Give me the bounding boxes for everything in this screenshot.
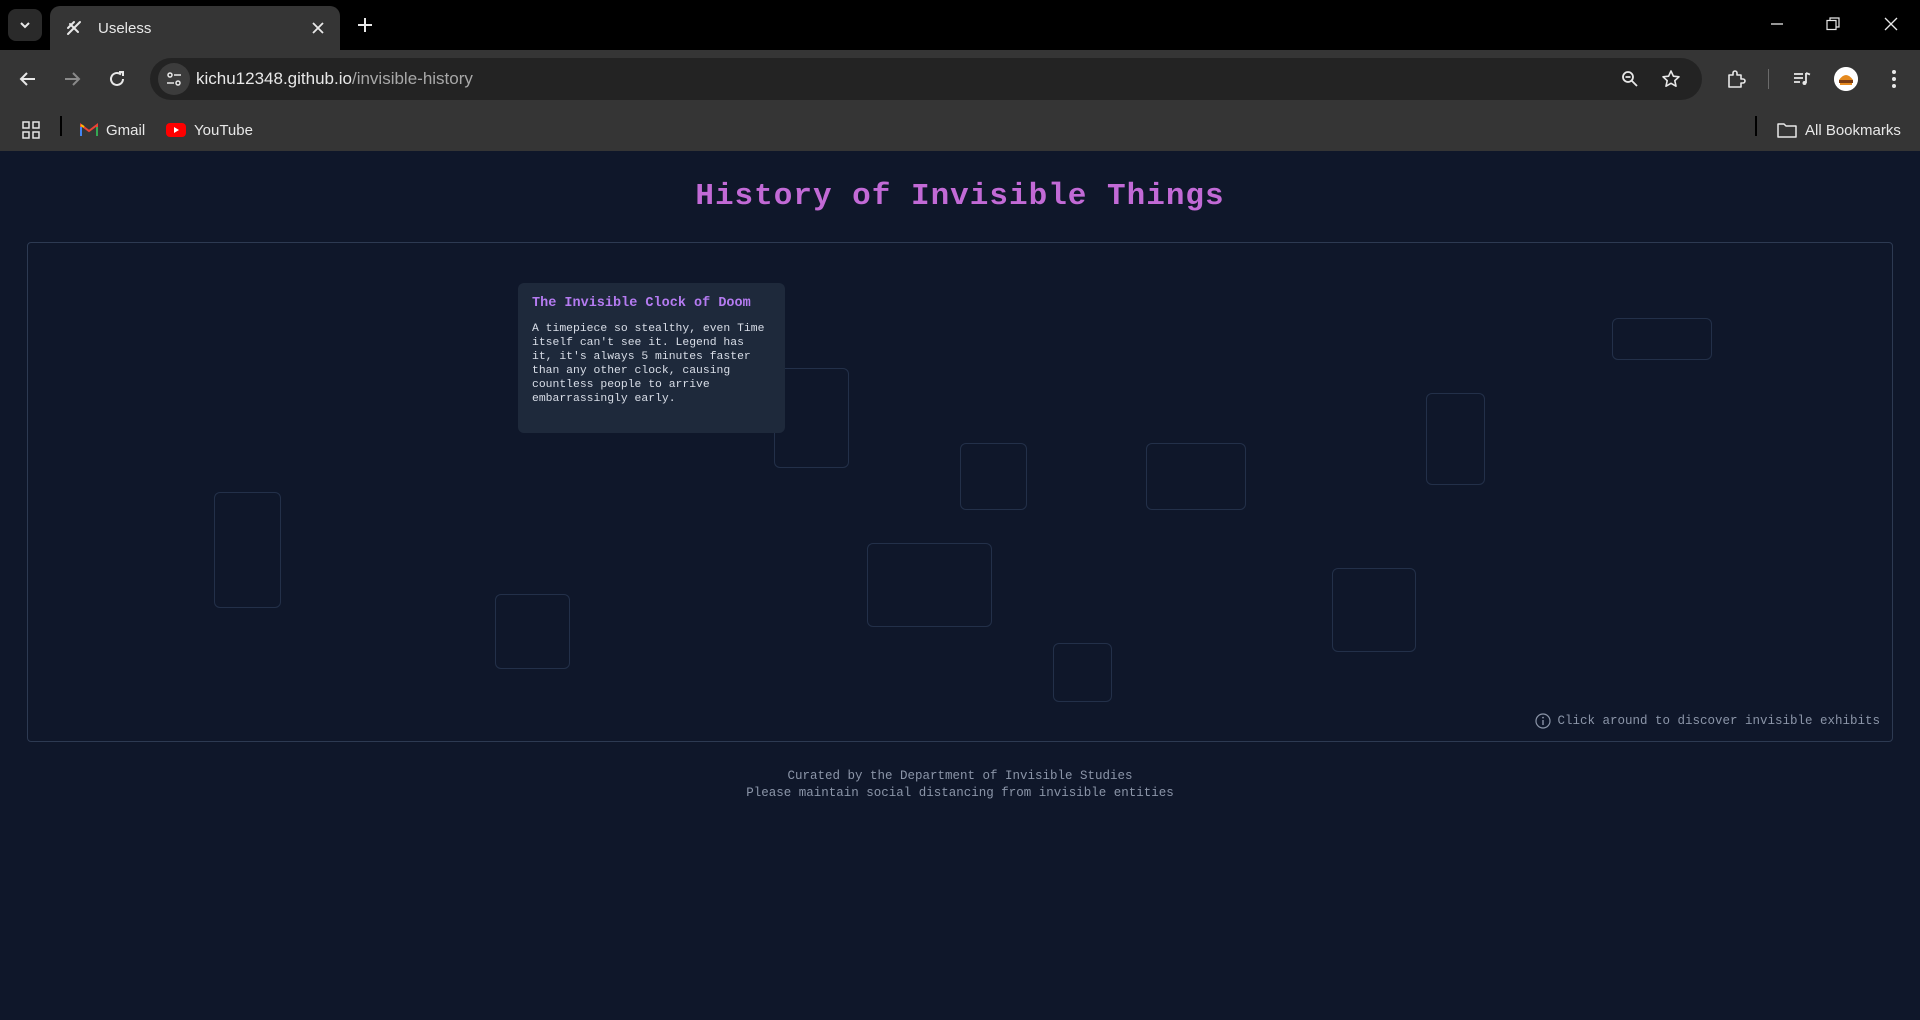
active-tab[interactable]: Useless: [50, 6, 340, 50]
url-path: /invisible-history: [351, 69, 473, 88]
all-bookmarks-button[interactable]: All Bookmarks: [1777, 118, 1901, 142]
bookmarks-divider: [1755, 116, 1757, 136]
page-title: History of Invisible Things: [695, 179, 1225, 214]
exhibit-description: A timepiece so stealthy, even Time itsel…: [532, 323, 765, 405]
invisible-exhibit[interactable]: [867, 543, 992, 627]
bookmark-youtube[interactable]: YouTube: [166, 118, 253, 142]
reload-icon: [110, 71, 124, 86]
tab-search-button[interactable]: [8, 9, 42, 41]
footer-line: Curated by the Department of Invisible S…: [787, 769, 1133, 783]
kebab-menu-icon: [1892, 70, 1896, 88]
exhibit-title: The Invisible Clock of Doom: [532, 296, 751, 311]
toolbar-divider: [1768, 69, 1769, 89]
invisible-exhibit[interactable]: [1612, 318, 1712, 360]
bookmark-star-icon[interactable]: [1657, 65, 1685, 93]
address-bar[interactable]: kichu12348.github.io/invisible-history: [150, 58, 1702, 100]
tab-favicon-icon: [64, 18, 84, 38]
invisible-exhibit[interactable]: [495, 594, 570, 669]
close-icon: [1884, 17, 1898, 31]
arrow-right-icon: [65, 72, 81, 86]
forward-button[interactable]: [54, 61, 90, 97]
site-info-icon[interactable]: [158, 63, 190, 95]
profile-avatar[interactable]: [1834, 67, 1858, 91]
exhibit-info-card: The Invisible Clock of Doom A timepiece …: [518, 283, 785, 433]
gmail-icon: [80, 123, 98, 136]
browser-menu-button[interactable]: [1876, 61, 1912, 97]
exhibit-gallery[interactable]: The Invisible Clock of Doom A timepiece …: [27, 242, 1893, 742]
page-footer: Curated by the Department of Invisible S…: [0, 768, 1920, 802]
info-icon: [1535, 713, 1552, 729]
avatar-icon: [1834, 67, 1858, 91]
apps-button[interactable]: [21, 118, 41, 142]
hint-text: Click around to discover invisible exhib…: [1557, 714, 1880, 728]
gallery-hint: Click around to discover invisible exhib…: [1535, 713, 1880, 729]
invisible-exhibit[interactable]: [1426, 393, 1485, 485]
invisible-exhibit[interactable]: [214, 492, 281, 608]
bookmark-label: YouTube: [194, 121, 253, 139]
minimize-icon: [1771, 23, 1783, 25]
restore-icon: [1826, 17, 1840, 31]
puzzle-icon: [1728, 70, 1746, 88]
arrow-left-icon: [19, 72, 35, 86]
extensions-button[interactable]: [1718, 61, 1754, 97]
plus-icon: [358, 18, 372, 32]
url-text[interactable]: kichu12348.github.io/invisible-history: [196, 69, 473, 89]
media-button[interactable]: [1784, 61, 1820, 97]
youtube-icon: [166, 123, 186, 137]
all-bookmarks-label: All Bookmarks: [1805, 121, 1901, 139]
tab-strip: Useless: [0, 0, 1920, 50]
reload-button[interactable]: [99, 61, 135, 97]
back-button[interactable]: [10, 61, 46, 97]
restore-button[interactable]: [1810, 6, 1856, 42]
tab-close-icon[interactable]: [304, 14, 332, 42]
browser-toolbar: kichu12348.github.io/invisible-history: [0, 50, 1920, 108]
bookmark-gmail[interactable]: Gmail: [80, 118, 145, 142]
folder-icon: [1777, 123, 1797, 138]
url-host: kichu12348.github.io: [196, 69, 352, 88]
media-queue-icon: [1794, 72, 1811, 85]
chevron-down-icon: [20, 22, 30, 29]
bookmarks-bar: Gmail YouTube All Bookmarks: [0, 108, 1920, 151]
close-window-button[interactable]: [1868, 6, 1914, 42]
minimize-button[interactable]: [1754, 6, 1800, 42]
invisible-exhibit[interactable]: [774, 368, 849, 468]
bookmark-label: Gmail: [106, 121, 146, 139]
apps-grid-icon: [22, 121, 40, 139]
new-tab-button[interactable]: [350, 10, 380, 40]
bookmarks-divider: [60, 116, 62, 136]
page-content: History of Invisible Things The Invisibl…: [0, 151, 1920, 1020]
footer-line: Please maintain social distancing from i…: [746, 786, 1174, 800]
invisible-exhibit[interactable]: [1146, 443, 1246, 510]
zoom-icon[interactable]: [1616, 65, 1644, 93]
invisible-exhibit[interactable]: [1053, 643, 1112, 702]
invisible-exhibit[interactable]: [1332, 568, 1416, 652]
invisible-exhibit[interactable]: [960, 443, 1027, 510]
tab-title: Useless: [98, 19, 152, 37]
